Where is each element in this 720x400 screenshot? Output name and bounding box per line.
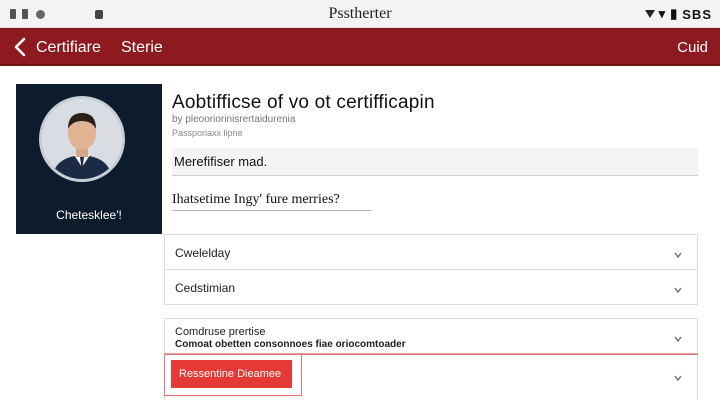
section-label: Comdruse prertise (175, 326, 266, 338)
chevron-down-icon (673, 247, 683, 259)
question-underline (172, 210, 372, 211)
status-right: ▾ ▮ SBS (644, 6, 712, 22)
status-right-label: SBS (682, 6, 712, 22)
status-title: Psstherter (328, 5, 392, 22)
app-bar-title: Certifiare (36, 39, 101, 56)
battery-icon: ▮ (670, 6, 679, 21)
section-sublabel: Comoat obetten consonnoes fiae oriocomto… (175, 339, 406, 350)
chevron-down-icon (673, 370, 683, 382)
chevron-down-icon (673, 282, 683, 294)
app-bar: Certifiare Sterie Cuid (0, 28, 720, 66)
signal-icon (644, 10, 655, 18)
question-label[interactable]: Ihatsetime Ingy' fure merries? (172, 192, 340, 208)
person-photo-icon (42, 99, 122, 179)
accordion-item-3[interactable]: Comdruse prertise Comoat obetten consonn… (164, 318, 698, 354)
name-field[interactable]: Merefifiser mad. (172, 148, 698, 176)
status-bar: Psstherter ▾ ▮ SBS (0, 0, 720, 28)
profile-name: Chetesklee'! (56, 208, 122, 222)
accordion-label: Cedstimian (175, 281, 236, 295)
wifi-icon: ▾ (658, 6, 667, 21)
name-field-label: Merefifiser mad. (174, 154, 268, 169)
app-bar-action[interactable]: Cuid (677, 39, 708, 56)
page-meta: Passporiaxx lipne (172, 128, 243, 138)
profile-card: Chetesklee'! (16, 84, 162, 234)
accordion-label: Cwelelday (175, 246, 231, 260)
back-arrow-icon[interactable] (12, 36, 30, 58)
page-title: Aobtifficse of vo ot certifficapin (172, 92, 435, 113)
primary-action-button[interactable]: Ressentine Dieamee (171, 360, 292, 388)
accordion-item-2[interactable]: Cedstimian (164, 269, 698, 305)
chevron-down-icon (673, 331, 683, 343)
accordion-item-1[interactable]: Cwelelday (164, 234, 698, 270)
avatar (39, 96, 125, 182)
app-bar-subtitle: Sterie (121, 39, 163, 56)
page-subtitle: by pleooriorinisrertaidurenia (172, 114, 296, 125)
